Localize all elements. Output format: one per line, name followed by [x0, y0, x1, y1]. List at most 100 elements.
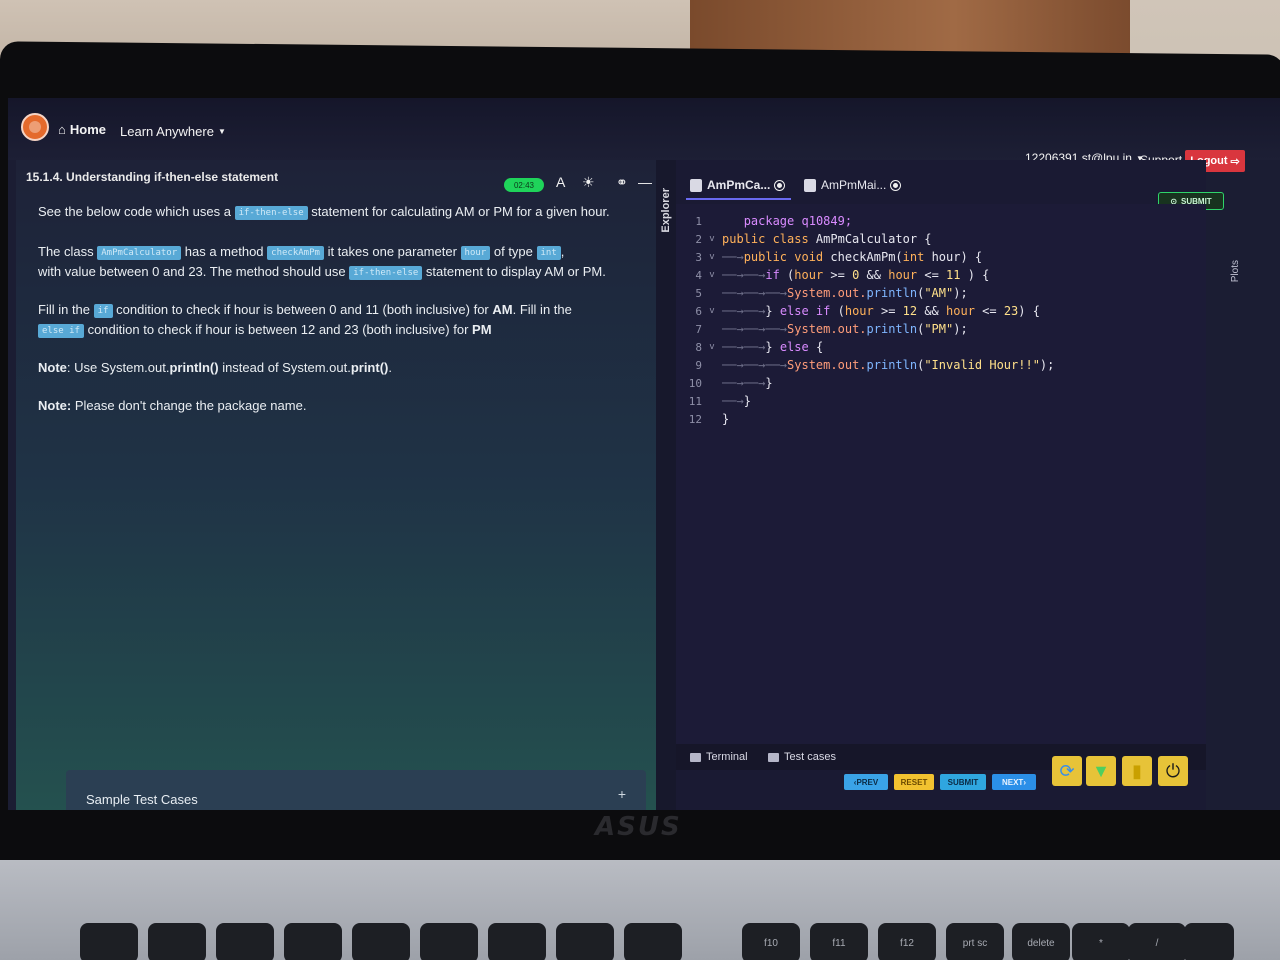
logout-icon: ⇨: [1230, 155, 1240, 168]
line-number: 3: [695, 250, 702, 264]
keyboard-key: f12: [878, 923, 936, 960]
laptop-brand-logo: ASUS: [595, 812, 682, 842]
code-token: (: [830, 304, 845, 318]
code-text: ──→public void checkAmPm(int hour) {: [722, 250, 983, 264]
test-cases-tab[interactable]: Test cases: [768, 751, 836, 763]
code-token: System: [787, 358, 831, 372]
tab-label: AmPmCa...: [707, 178, 771, 192]
caret-down-icon: ▼: [217, 127, 226, 136]
editor-tab-ampmcalculator[interactable]: AmPmCa...: [690, 178, 786, 192]
line-number: 6: [695, 304, 702, 318]
code-token: .out.: [830, 322, 867, 336]
refresh-icon[interactable]: ⟳: [1052, 756, 1082, 786]
power-icon[interactable]: ⏻: [1158, 756, 1188, 786]
chevron-right-icon: ›: [1023, 777, 1026, 787]
text-span: Note: [38, 360, 67, 375]
keyboard-key: [148, 923, 206, 960]
wifi-icon[interactable]: ▼: [1086, 756, 1116, 786]
editor-tab-bar: AmPmCa... AmPmMai...: [676, 174, 1206, 200]
code-token: println: [866, 322, 918, 336]
terminal-tab[interactable]: Terminal: [690, 751, 748, 763]
text-span: with value between 0 and 23. The method …: [38, 264, 346, 279]
keyword: public void: [743, 250, 824, 264]
plots-toggle[interactable]: Plots: [1230, 260, 1241, 282]
code-token: "Invalid Hour!!": [924, 358, 1040, 372]
text-span: .: [388, 360, 392, 375]
editor-tab-ampmmain[interactable]: AmPmMai...: [804, 178, 902, 192]
line-number: 12: [688, 412, 702, 426]
code-token: (: [779, 268, 795, 282]
keyword: else if: [779, 304, 831, 318]
battery-icon[interactable]: ▮: [1122, 756, 1152, 786]
text-span: of type: [493, 244, 533, 259]
fold-arrow-icon[interactable]: v: [702, 234, 722, 244]
code-text: ──→──→if (hour >= 0 && hour <= 11 ) {: [722, 268, 990, 282]
line-number: 10: [688, 376, 702, 390]
fold-arrow-icon[interactable]: v: [702, 252, 722, 262]
keyboard-key: delete: [1012, 923, 1070, 960]
prev-button[interactable]: ‹ PREV: [844, 774, 888, 790]
code-chip: if-then-else: [234, 205, 308, 220]
next-label: NEXT: [1001, 777, 1024, 787]
code-token: );: [953, 322, 968, 336]
code-text: public class AmPmCalculator {: [722, 232, 932, 246]
code-token: hour: [946, 304, 975, 318]
text-span: Note:: [38, 398, 72, 413]
expand-plus-icon[interactable]: +: [618, 786, 626, 802]
java-file-icon: [804, 178, 816, 192]
tab-close-icon[interactable]: [890, 179, 902, 191]
code-area[interactable]: 1 package q10849; 2 v public class AmPmC…: [676, 204, 1206, 744]
keyword: else: [779, 340, 809, 354]
code-text: ──→──→} else if (hour >= 12 && hour <= 2…: [722, 304, 1040, 318]
keyboard-key: [420, 923, 478, 960]
sample-test-cases-panel[interactable]: Sample Test Cases +: [66, 770, 646, 810]
code-token: System: [787, 322, 831, 336]
text-span: The class: [38, 244, 94, 259]
code-token: }: [765, 376, 773, 390]
code-token: {: [808, 340, 824, 354]
code-editor-panel: AmPmCa... AmPmMai... ⊙ SUBMIT Plots 1 pa…: [676, 160, 1241, 810]
minimize-icon[interactable]: —: [638, 174, 652, 190]
code-line: 8 v ──→──→} else {: [676, 338, 1206, 356]
keyboard-key: /: [1128, 923, 1186, 960]
fold-arrow-icon[interactable]: v: [702, 270, 722, 280]
code-token: hour: [794, 268, 824, 282]
tab-close-icon[interactable]: [774, 179, 786, 191]
test-cases-tab-label: Test cases: [784, 751, 836, 763]
code-chip: hour: [460, 245, 491, 260]
submit-button-bottom[interactable]: SUBMIT: [940, 774, 986, 790]
font-size-icon[interactable]: A: [556, 174, 565, 190]
line-number: 9: [695, 358, 702, 372]
code-token: println: [866, 358, 918, 372]
text-span: print(): [350, 360, 389, 375]
fold-arrow-icon[interactable]: v: [702, 306, 722, 316]
next-button[interactable]: NEXT ›: [992, 774, 1036, 790]
link-icon[interactable]: ⚭: [616, 174, 628, 191]
code-token: hour: [844, 304, 874, 318]
code-token: q10849;: [794, 214, 853, 228]
text-span: println(): [169, 360, 219, 375]
lpu-logo-icon[interactable]: [21, 113, 49, 141]
code-chip: if: [93, 303, 113, 318]
code-line: 6 v ──→──→} else if (hour >= 12 && hour …: [676, 302, 1206, 320]
code-text: ──→──→} else {: [722, 340, 824, 354]
keyboard-key: [284, 923, 342, 960]
terminal-tab-label: Terminal: [706, 751, 748, 763]
nav-home-label: Home: [69, 122, 106, 137]
keyboard-keys: f10 f11 f12 prt sc delete * /: [0, 905, 1280, 960]
nav-home-link[interactable]: ⌂ Home: [58, 122, 106, 137]
tab-label: AmPmMai...: [821, 178, 887, 192]
text-span: PM: [472, 322, 492, 337]
prev-label: PREV: [856, 777, 879, 787]
explorer-toggle[interactable]: Explorer: [660, 188, 672, 233]
line-number: 4: [695, 268, 702, 282]
code-line: 2 v public class AmPmCalculator {: [676, 230, 1206, 248]
line-number: 7: [695, 322, 702, 336]
text-span: . Fill in the: [512, 302, 572, 317]
code-line: 3 v ──→public void checkAmPm(int hour) {: [676, 248, 1206, 266]
theme-sun-icon[interactable]: ☀: [582, 174, 595, 191]
code-token: checkAmPm(: [823, 250, 903, 264]
fold-arrow-icon[interactable]: v: [702, 342, 722, 352]
reset-button[interactable]: RESET: [894, 774, 934, 790]
nav-learn-anywhere-dropdown[interactable]: Learn Anywhere ▼: [120, 124, 226, 139]
